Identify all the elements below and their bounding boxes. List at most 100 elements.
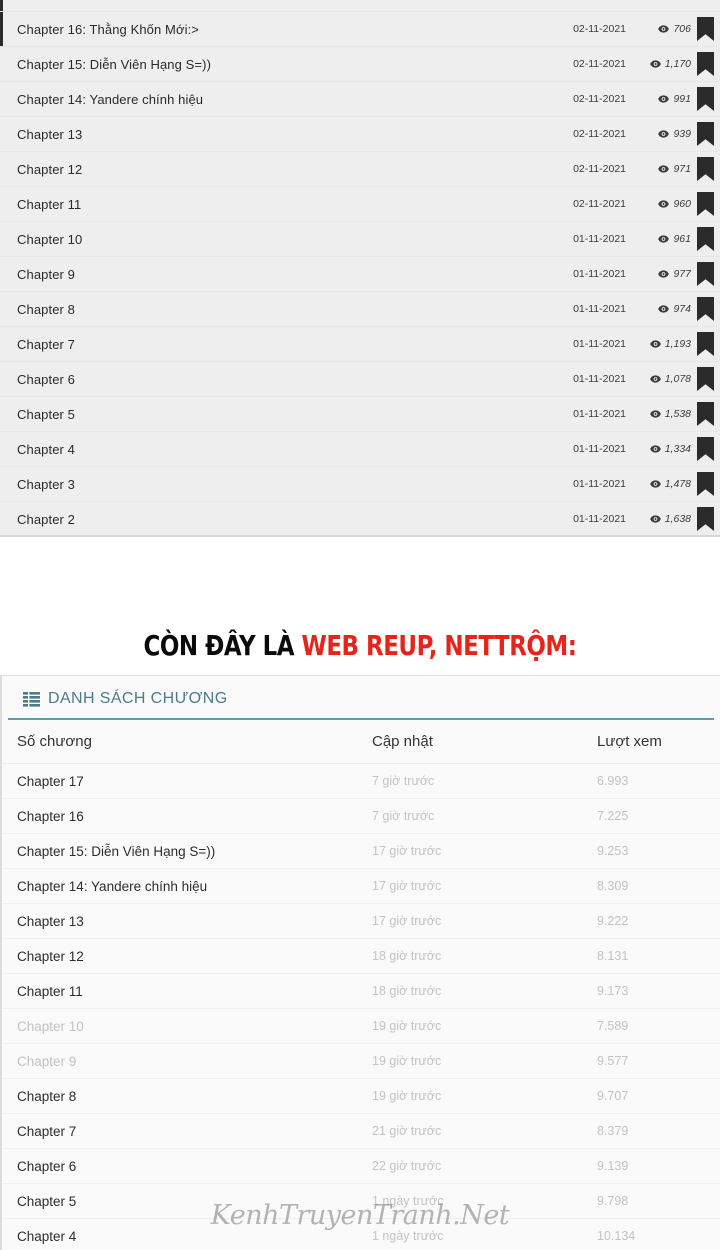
bookmark-icon[interactable] <box>697 367 714 391</box>
bookmark-icon[interactable] <box>697 297 714 321</box>
chapter-row[interactable]: Chapter 5 01-11-2021 1,538 <box>0 397 720 432</box>
chapter-title[interactable]: Chapter 10 <box>17 232 573 247</box>
chapter-views: 9.139 <box>597 1159 629 1173</box>
chapter-views: 8.131 <box>597 949 629 963</box>
chapter-title[interactable]: Chapter 6 <box>17 372 573 387</box>
chapter-row[interactable]: Chapter 17 7 giờ trước 6.993 <box>2 764 720 799</box>
view-count: 939 <box>673 128 691 140</box>
chapter-row[interactable]: Chapter 4 01-11-2021 1,334 <box>0 432 720 467</box>
eye-icon <box>658 200 670 208</box>
chapter-title[interactable]: Chapter 5 <box>17 1194 372 1209</box>
chapter-row[interactable]: Chapter 10 19 giờ trước 7.589 <box>2 1009 720 1044</box>
chapter-title[interactable]: Chapter 2 <box>17 512 573 527</box>
bookmark-icon[interactable] <box>697 157 714 181</box>
chapter-title[interactable]: Chapter 6 <box>17 1159 372 1174</box>
chapter-row[interactable]: Chapter 13 02-11-2021 939 <box>0 117 720 152</box>
banner-black-text: CÒN ĐÂY LÀ <box>143 628 302 662</box>
chapter-title[interactable]: Chapter 12 <box>17 949 372 964</box>
chapter-title[interactable]: Chapter 13 <box>17 914 372 929</box>
bookmark-icon[interactable] <box>697 17 714 41</box>
chapter-views: 939 <box>635 128 691 140</box>
chapter-row[interactable]: Chapter 12 18 giờ trước 8.131 <box>2 939 720 974</box>
chapter-row[interactable]: Chapter 14: Yandere chính hiệu 17 giờ trư… <box>2 869 720 904</box>
bookmark-icon[interactable] <box>697 227 714 251</box>
chapter-title[interactable]: Chapter 16 <box>17 809 372 824</box>
bookmark-icon[interactable] <box>697 507 714 531</box>
chapter-row[interactable]: Chapter 11 02-11-2021 960 <box>0 187 720 222</box>
chapter-row[interactable]: Chapter 13 17 giờ trước 9.222 <box>2 904 720 939</box>
bookmark-icon[interactable] <box>697 192 714 216</box>
chapter-row[interactable]: Chapter 41 ngày trước 10.134 <box>2 1219 720 1250</box>
chapter-title[interactable]: Chapter 14: Yandere chính hiệu <box>17 879 372 894</box>
chapter-row[interactable]: Chapter 15: Diễn Viên Hạng S=)) 02-11-202… <box>0 47 720 82</box>
chapter-row[interactable]: Chapter 9 01-11-2021 977 <box>0 257 720 292</box>
bookmark-icon[interactable] <box>697 52 714 76</box>
chapter-date: 02-11-2021 <box>573 23 626 35</box>
chapter-views: 974 <box>635 303 691 315</box>
chapter-row[interactable]: Chapter 16 7 giờ trước 7.225 <box>2 799 720 834</box>
chapter-title[interactable]: Chapter 9 <box>17 267 573 282</box>
chapter-row[interactable]: Chapter 15: Diễn Viên Hạng S=)) 17 giờ tr… <box>2 834 720 869</box>
chapter-views: 1,078 <box>635 373 691 385</box>
active-row-accent-bar <box>0 0 3 11</box>
chapter-title[interactable]: Chapter 8 <box>17 1089 372 1104</box>
view-count: 706 <box>673 23 691 35</box>
chapter-date: 01-11-2021 <box>573 478 626 490</box>
bookmark-icon[interactable] <box>697 87 714 111</box>
column-header-chapter: Số chương <box>17 733 92 750</box>
chapter-title[interactable]: Chapter 11 <box>17 984 372 999</box>
chapter-title[interactable]: Chapter 9 <box>17 1054 372 1069</box>
chapter-row[interactable]: Chapter 8 19 giờ trước 9.707 <box>2 1079 720 1114</box>
bookmark-icon[interactable] <box>697 122 714 146</box>
bookmark-icon[interactable] <box>697 332 714 356</box>
chapter-views: 971 <box>635 163 691 175</box>
bookmark-icon[interactable] <box>697 402 714 426</box>
chapter-row[interactable]: Chapter 6 01-11-2021 1,078 <box>0 362 720 397</box>
chapter-row[interactable]: Chapter 3 01-11-2021 1,478 <box>0 467 720 502</box>
chapter-updated: 18 giờ trước <box>372 984 442 998</box>
chapter-row[interactable]: Chapter 51 ngày trước 9.798 <box>2 1184 720 1219</box>
eye-icon <box>658 25 670 33</box>
chapter-title[interactable]: Chapter 16: Thằng Khốn Mới:> <box>17 22 573 37</box>
chapter-title[interactable]: Chapter 15: Diễn Viên Hạng S=)) <box>17 844 372 859</box>
chapter-row[interactable]: Chapter 6 22 giờ trước 9.139 <box>2 1149 720 1184</box>
bookmark-icon[interactable] <box>697 262 714 286</box>
column-header-views: Lượt xem <box>597 733 662 750</box>
chapter-updated: 19 giờ trước <box>372 1089 442 1103</box>
chapter-row[interactable]: Chapter 7 21 giờ trước 8.379 <box>2 1114 720 1149</box>
chapter-views: 977 <box>635 268 691 280</box>
chapter-row[interactable]: Chapter 16: Thằng Khốn Mới:> 02-11-2021 70… <box>0 12 720 47</box>
chapter-row[interactable]: Chapter 12 02-11-2021 971 <box>0 152 720 187</box>
chapter-title[interactable]: Chapter 13 <box>17 127 573 142</box>
chapter-title[interactable]: Chapter 4 <box>17 442 573 457</box>
chapter-row[interactable]: Chapter 2 01-11-2021 1,638 <box>0 502 720 535</box>
chapter-row[interactable]: Chapter 7 01-11-2021 1,193 <box>0 327 720 362</box>
chapter-date: 01-11-2021 <box>573 338 626 350</box>
chapter-row[interactable]: Chapter 9 19 giờ trước 9.577 <box>2 1044 720 1079</box>
chapter-title[interactable]: Chapter 5 <box>17 407 573 422</box>
chapter-title[interactable]: Chapter 15: Diễn Viên Hạng S=)) <box>17 57 573 72</box>
chapter-updated: 22 giờ trước <box>372 1159 442 1173</box>
chapter-title[interactable]: Chapter 7 <box>17 337 573 352</box>
chapter-date: 02-11-2021 <box>573 163 626 175</box>
bookmark-icon[interactable] <box>697 437 714 461</box>
chapter-title[interactable]: Chapter 12 <box>17 162 573 177</box>
chapter-views: 1,170 <box>635 58 691 70</box>
chapter-title[interactable]: Chapter 3 <box>17 477 573 492</box>
chapter-title[interactable]: Chapter 14: Yandere chính hiệu <box>17 92 573 107</box>
chapter-title[interactable]: Chapter 4 <box>17 1229 372 1244</box>
eye-icon <box>658 130 670 138</box>
chapter-row[interactable]: Chapter 14: Yandere chính hiệu 02-11-2021… <box>0 82 720 117</box>
chapter-views: 8.309 <box>597 879 629 893</box>
chapter-title[interactable]: Chapter 8 <box>17 302 573 317</box>
chapter-updated: 1 ngày trước <box>372 1229 444 1243</box>
chapter-title[interactable]: Chapter 10 <box>17 1019 372 1034</box>
chapter-title[interactable]: Chapter 11 <box>17 197 573 212</box>
chapter-row[interactable]: Chapter 8 01-11-2021 974 <box>0 292 720 327</box>
chapter-date: 02-11-2021 <box>573 198 626 210</box>
chapter-title[interactable]: Chapter 17 <box>17 774 372 789</box>
chapter-row[interactable]: Chapter 11 18 giờ trước 9.173 <box>2 974 720 1009</box>
chapter-title[interactable]: Chapter 7 <box>17 1124 372 1139</box>
bookmark-icon[interactable] <box>697 472 714 496</box>
chapter-row[interactable]: Chapter 10 01-11-2021 961 <box>0 222 720 257</box>
